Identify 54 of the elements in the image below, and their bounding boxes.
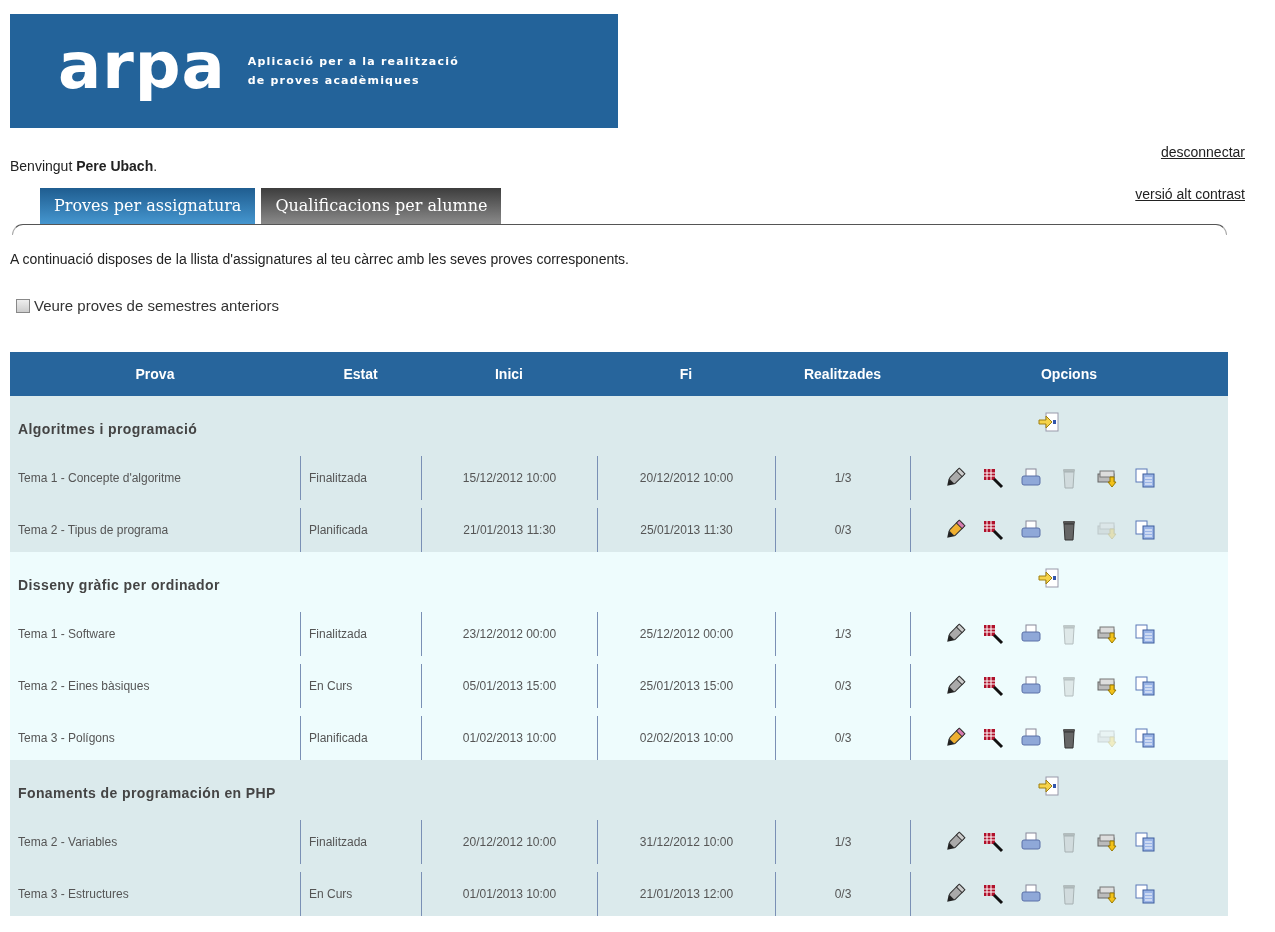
column-header: Opcions bbox=[910, 352, 1228, 396]
magnifier-icon[interactable] bbox=[981, 831, 1004, 853]
column-header: Realitzades bbox=[775, 352, 910, 396]
column-header: Prova bbox=[10, 352, 300, 396]
tab[interactable]: Qualificacions per alumne bbox=[261, 188, 502, 224]
printer-icon[interactable] bbox=[1019, 467, 1042, 489]
table-cell: 21/01/2013 12:00 bbox=[597, 872, 775, 916]
table-cell: En Curs bbox=[300, 872, 421, 916]
subject-name: Algoritmes i programació bbox=[10, 396, 910, 448]
table-cell-text: Tema 2 - Eines bàsiques bbox=[17, 678, 151, 695]
copy-icon[interactable] bbox=[1133, 675, 1156, 697]
magnifier-icon[interactable] bbox=[981, 519, 1004, 541]
link[interactable]: desconnectar bbox=[1160, 144, 1245, 160]
copy-icon[interactable] bbox=[1133, 883, 1156, 905]
table-cell-text: Tema 2 - Tipus de programa bbox=[17, 522, 170, 539]
copy-icon[interactable] bbox=[1133, 623, 1156, 645]
import-icon[interactable] bbox=[1038, 567, 1060, 589]
table-cell-text: Tema 1 - Software bbox=[17, 626, 117, 643]
magnifier-icon[interactable] bbox=[981, 883, 1004, 905]
copy-icon[interactable] bbox=[1133, 519, 1156, 541]
table-cell-text: Tema 2 - Variables bbox=[17, 834, 119, 851]
checkbox-label: Veure proves de semestres anteriors bbox=[34, 297, 280, 314]
copy-icon[interactable] bbox=[1133, 467, 1156, 489]
table-cell: 01/01/2013 10:00 bbox=[421, 872, 597, 916]
printer-icon[interactable] bbox=[1019, 623, 1042, 645]
checkbox[interactable] bbox=[16, 298, 30, 313]
subject-name: Disseny gràfic per ordinador bbox=[10, 552, 910, 604]
column-header: Estat bbox=[300, 352, 421, 396]
magnifier-icon[interactable] bbox=[981, 623, 1004, 645]
column-header: Inici bbox=[421, 352, 597, 396]
table-cell-text: Tema 3 - Estructures bbox=[17, 886, 130, 903]
link[interactable]: versió alt contrast bbox=[1135, 186, 1245, 202]
printer-icon[interactable] bbox=[1019, 675, 1042, 697]
table-cell: 0/3 bbox=[775, 872, 910, 916]
subject-name: Fonaments de programación en PHP bbox=[10, 760, 910, 812]
import-icon[interactable] bbox=[1038, 775, 1060, 797]
tagline-text: de proves acadèmiques bbox=[247, 74, 421, 87]
copy-icon[interactable] bbox=[1133, 727, 1156, 749]
tab[interactable]: Proves per assignatura bbox=[40, 188, 256, 224]
printer-icon[interactable] bbox=[1019, 727, 1042, 749]
table-cell-text: Tema 1 - Concepte d'algoritme bbox=[17, 470, 183, 487]
magnifier-icon[interactable] bbox=[981, 727, 1004, 749]
magnifier-icon[interactable] bbox=[981, 467, 1004, 489]
copy-icon[interactable] bbox=[1133, 831, 1156, 853]
printer-icon[interactable] bbox=[1019, 519, 1042, 541]
intro-text: A continuació disposes de la llista d'assignatures al teu càrrec amb les seves proves corresponents. bbox=[9, 250, 630, 267]
magnifier-icon[interactable] bbox=[981, 675, 1004, 697]
tagline-text: Aplicació per a la realització bbox=[247, 55, 459, 68]
printer-icon[interactable] bbox=[1019, 883, 1042, 905]
table-cell-text: Tema 3 - Polígons bbox=[17, 730, 116, 747]
column-header: Fi bbox=[597, 352, 775, 396]
welcome-text: Benvingut Pere Ubach. bbox=[10, 158, 158, 176]
printer-icon[interactable] bbox=[1019, 831, 1042, 853]
import-icon[interactable] bbox=[1038, 411, 1060, 433]
